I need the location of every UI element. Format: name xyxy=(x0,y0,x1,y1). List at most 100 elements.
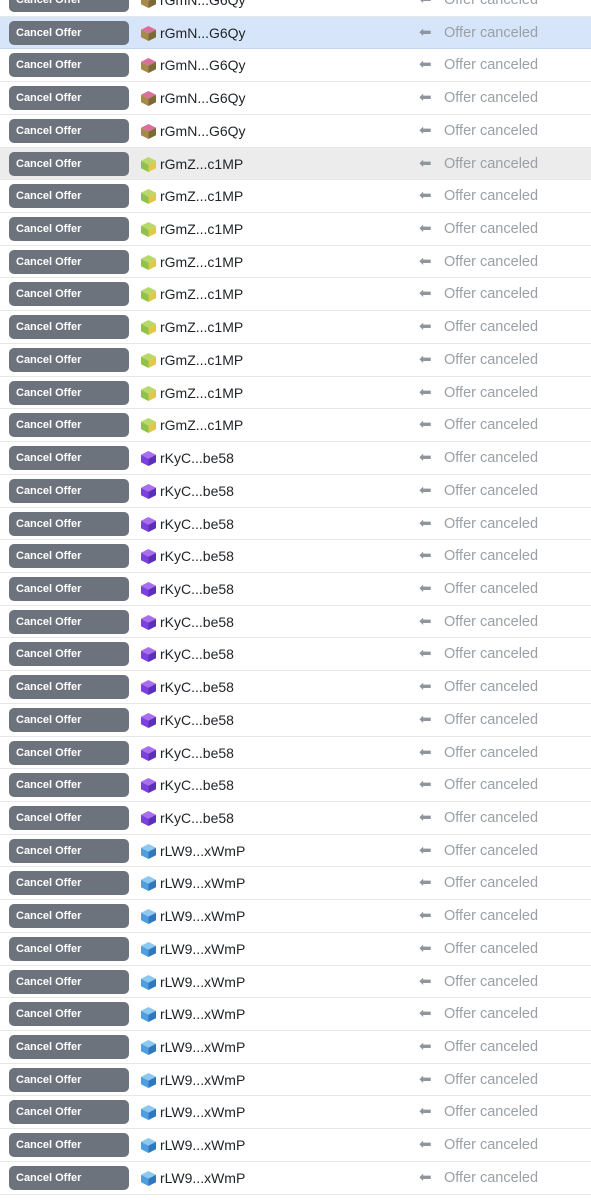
cancel-offer-button[interactable]: Cancel Offer xyxy=(9,184,129,209)
cancel-offer-button[interactable]: Cancel Offer xyxy=(9,642,129,667)
account-address[interactable]: rLW9...xWmP xyxy=(160,998,245,1030)
account-address[interactable]: rKyC...be58 xyxy=(160,442,234,474)
status-text: Offer canceled xyxy=(444,450,539,467)
account-address[interactable]: rGmZ...c1MP xyxy=(160,344,243,376)
cancel-offer-button[interactable]: Cancel Offer xyxy=(9,1133,129,1158)
list-item: Cancel Offer rGmZ...c1MP ⬅ Offer cancele… xyxy=(0,213,591,246)
cancel-offer-button[interactable]: Cancel Offer xyxy=(9,871,129,896)
account-address[interactable]: rKyC...be58 xyxy=(160,540,234,572)
cancel-offer-button[interactable]: Cancel Offer xyxy=(9,511,129,536)
cancel-offer-button[interactable]: Cancel Offer xyxy=(9,773,129,798)
account-address[interactable]: rGmN...G6Qy xyxy=(160,82,246,114)
account-address[interactable]: rLW9...xWmP xyxy=(160,1129,245,1161)
cancel-offer-button[interactable]: Cancel Offer xyxy=(9,86,129,111)
cancel-offer-button[interactable]: Cancel Offer xyxy=(9,118,129,143)
arrow-left-icon: ⬅ xyxy=(419,23,432,41)
cancel-offer-button[interactable]: Cancel Offer xyxy=(9,446,129,471)
cube-icon-blue xyxy=(140,1006,157,1023)
cancel-offer-button[interactable]: Cancel Offer xyxy=(9,805,129,830)
account-address[interactable]: rGmZ...c1MP xyxy=(160,377,243,409)
cancel-offer-button[interactable]: Cancel Offer xyxy=(9,217,129,242)
cube-icon-blue xyxy=(140,1170,157,1187)
cancel-offer-button[interactable]: Cancel Offer xyxy=(9,20,129,45)
arrow-left-icon: ⬅ xyxy=(419,350,432,368)
cancel-offer-button[interactable]: Cancel Offer xyxy=(9,282,129,307)
list-item: Cancel Offer rGmN...G6Qy ⬅ Offer cancele… xyxy=(0,0,591,17)
cancel-offer-button[interactable]: Cancel Offer xyxy=(9,838,129,863)
account-address[interactable]: rGmZ...c1MP xyxy=(160,311,243,343)
cancel-offer-button[interactable]: Cancel Offer xyxy=(9,1165,129,1190)
arrow-left-icon: ⬅ xyxy=(419,841,432,859)
status-text: Offer canceled xyxy=(444,1169,539,1186)
account-address[interactable]: rGmN...G6Qy xyxy=(160,0,246,16)
cancel-offer-button[interactable]: Cancel Offer xyxy=(9,347,129,372)
account-address[interactable]: rKyC...be58 xyxy=(160,638,234,670)
cancel-offer-button[interactable]: Cancel Offer xyxy=(9,675,129,700)
cube-icon-blue xyxy=(140,1039,157,1056)
account-address[interactable]: rKyC...be58 xyxy=(160,573,234,605)
list-item: Cancel Offer rKyC...be58 ⬅ Offer cancele… xyxy=(0,769,591,802)
cube-icon-green xyxy=(140,286,157,303)
cancel-offer-button[interactable]: Cancel Offer xyxy=(9,380,129,405)
account-address[interactable]: rGmZ...c1MP xyxy=(160,409,243,441)
cube-icon-blue xyxy=(140,1072,157,1089)
cancel-offer-button[interactable]: Cancel Offer xyxy=(9,315,129,340)
cancel-offer-button[interactable]: Cancel Offer xyxy=(9,707,129,732)
arrow-left-icon: ⬅ xyxy=(419,252,432,270)
account-address[interactable]: rLW9...xWmP xyxy=(160,835,245,867)
cancel-offer-button[interactable]: Cancel Offer xyxy=(9,478,129,503)
arrow-left-icon: ⬅ xyxy=(419,939,432,957)
list-item: Cancel Offer rKyC...be58 ⬅ Offer cancele… xyxy=(0,736,591,770)
cancel-offer-button[interactable]: Cancel Offer xyxy=(9,1002,129,1027)
account-address[interactable]: rKyC...be58 xyxy=(160,475,234,507)
account-address[interactable]: rGmZ...c1MP xyxy=(160,213,243,245)
account-address[interactable]: rGmZ...c1MP xyxy=(160,278,243,310)
list-item: Cancel Offer rGmN...G6Qy ⬅ Offer cancele… xyxy=(0,16,591,50)
cancel-offer-button[interactable]: Cancel Offer xyxy=(9,936,129,961)
account-address[interactable]: rKyC...be58 xyxy=(160,737,234,769)
account-address[interactable]: rGmN...G6Qy xyxy=(160,115,246,147)
account-address[interactable]: rLW9...xWmP xyxy=(160,1096,245,1128)
account-address[interactable]: rKyC...be58 xyxy=(160,606,234,638)
account-address[interactable]: rLW9...xWmP xyxy=(160,1031,245,1063)
account-address[interactable]: rKyC...be58 xyxy=(160,671,234,703)
status-text: Offer canceled xyxy=(444,221,539,238)
account-address[interactable]: rGmZ...c1MP xyxy=(160,246,243,278)
status-text: Offer canceled xyxy=(444,908,539,925)
arrow-left-icon: ⬅ xyxy=(419,1103,432,1121)
cancel-offer-button[interactable]: Cancel Offer xyxy=(9,544,129,569)
account-address[interactable]: rKyC...be58 xyxy=(160,802,234,834)
account-address[interactable]: rGmZ...c1MP xyxy=(160,148,243,180)
account-address[interactable]: rKyC...be58 xyxy=(160,769,234,801)
cancel-offer-button[interactable]: Cancel Offer xyxy=(9,969,129,994)
account-address[interactable]: rLW9...xWmP xyxy=(160,1162,245,1194)
account-address[interactable]: rGmN...G6Qy xyxy=(160,17,246,49)
cancel-offer-button[interactable]: Cancel Offer xyxy=(9,904,129,929)
account-address[interactable]: rLW9...xWmP xyxy=(160,1064,245,1096)
cancel-offer-button[interactable]: Cancel Offer xyxy=(9,53,129,78)
cancel-offer-button[interactable]: Cancel Offer xyxy=(9,0,129,12)
account-address[interactable]: rLW9...xWmP xyxy=(160,933,245,965)
cancel-offer-button[interactable]: Cancel Offer xyxy=(9,740,129,765)
account-address[interactable]: rLW9...xWmP xyxy=(160,900,245,932)
account-address[interactable]: rKyC...be58 xyxy=(160,508,234,540)
cancel-offer-button[interactable]: Cancel Offer xyxy=(9,609,129,634)
status-text: Offer canceled xyxy=(444,515,539,532)
account-address[interactable]: rKyC...be58 xyxy=(160,704,234,736)
cancel-offer-button[interactable]: Cancel Offer xyxy=(9,151,129,176)
account-address[interactable]: rGmZ...c1MP xyxy=(160,180,243,212)
account-address[interactable]: rGmN...G6Qy xyxy=(160,49,246,81)
list-item: Cancel Offer rGmZ...c1MP ⬅ Offer cancele… xyxy=(0,343,591,377)
status-text: Offer canceled xyxy=(444,351,539,368)
account-address[interactable]: rLW9...xWmP xyxy=(160,966,245,998)
cancel-offer-button[interactable]: Cancel Offer xyxy=(9,413,129,438)
cancel-offer-button[interactable]: Cancel Offer xyxy=(9,1067,129,1092)
cancel-offer-button[interactable]: Cancel Offer xyxy=(9,1100,129,1125)
cancel-offer-button[interactable]: Cancel Offer xyxy=(9,1035,129,1059)
cancel-offer-button[interactable]: Cancel Offer xyxy=(9,576,129,601)
account-address[interactable]: rLW9...xWmP xyxy=(160,867,245,899)
cancel-offer-button[interactable]: Cancel Offer xyxy=(9,249,129,274)
offer-list: Cancel Offer rGmN...G6Qy ⬅ Offer cancele… xyxy=(0,0,591,1195)
list-item: Cancel Offer rKyC...be58 ⬅ Offer cancele… xyxy=(0,474,591,508)
cube-icon-green xyxy=(140,156,157,173)
